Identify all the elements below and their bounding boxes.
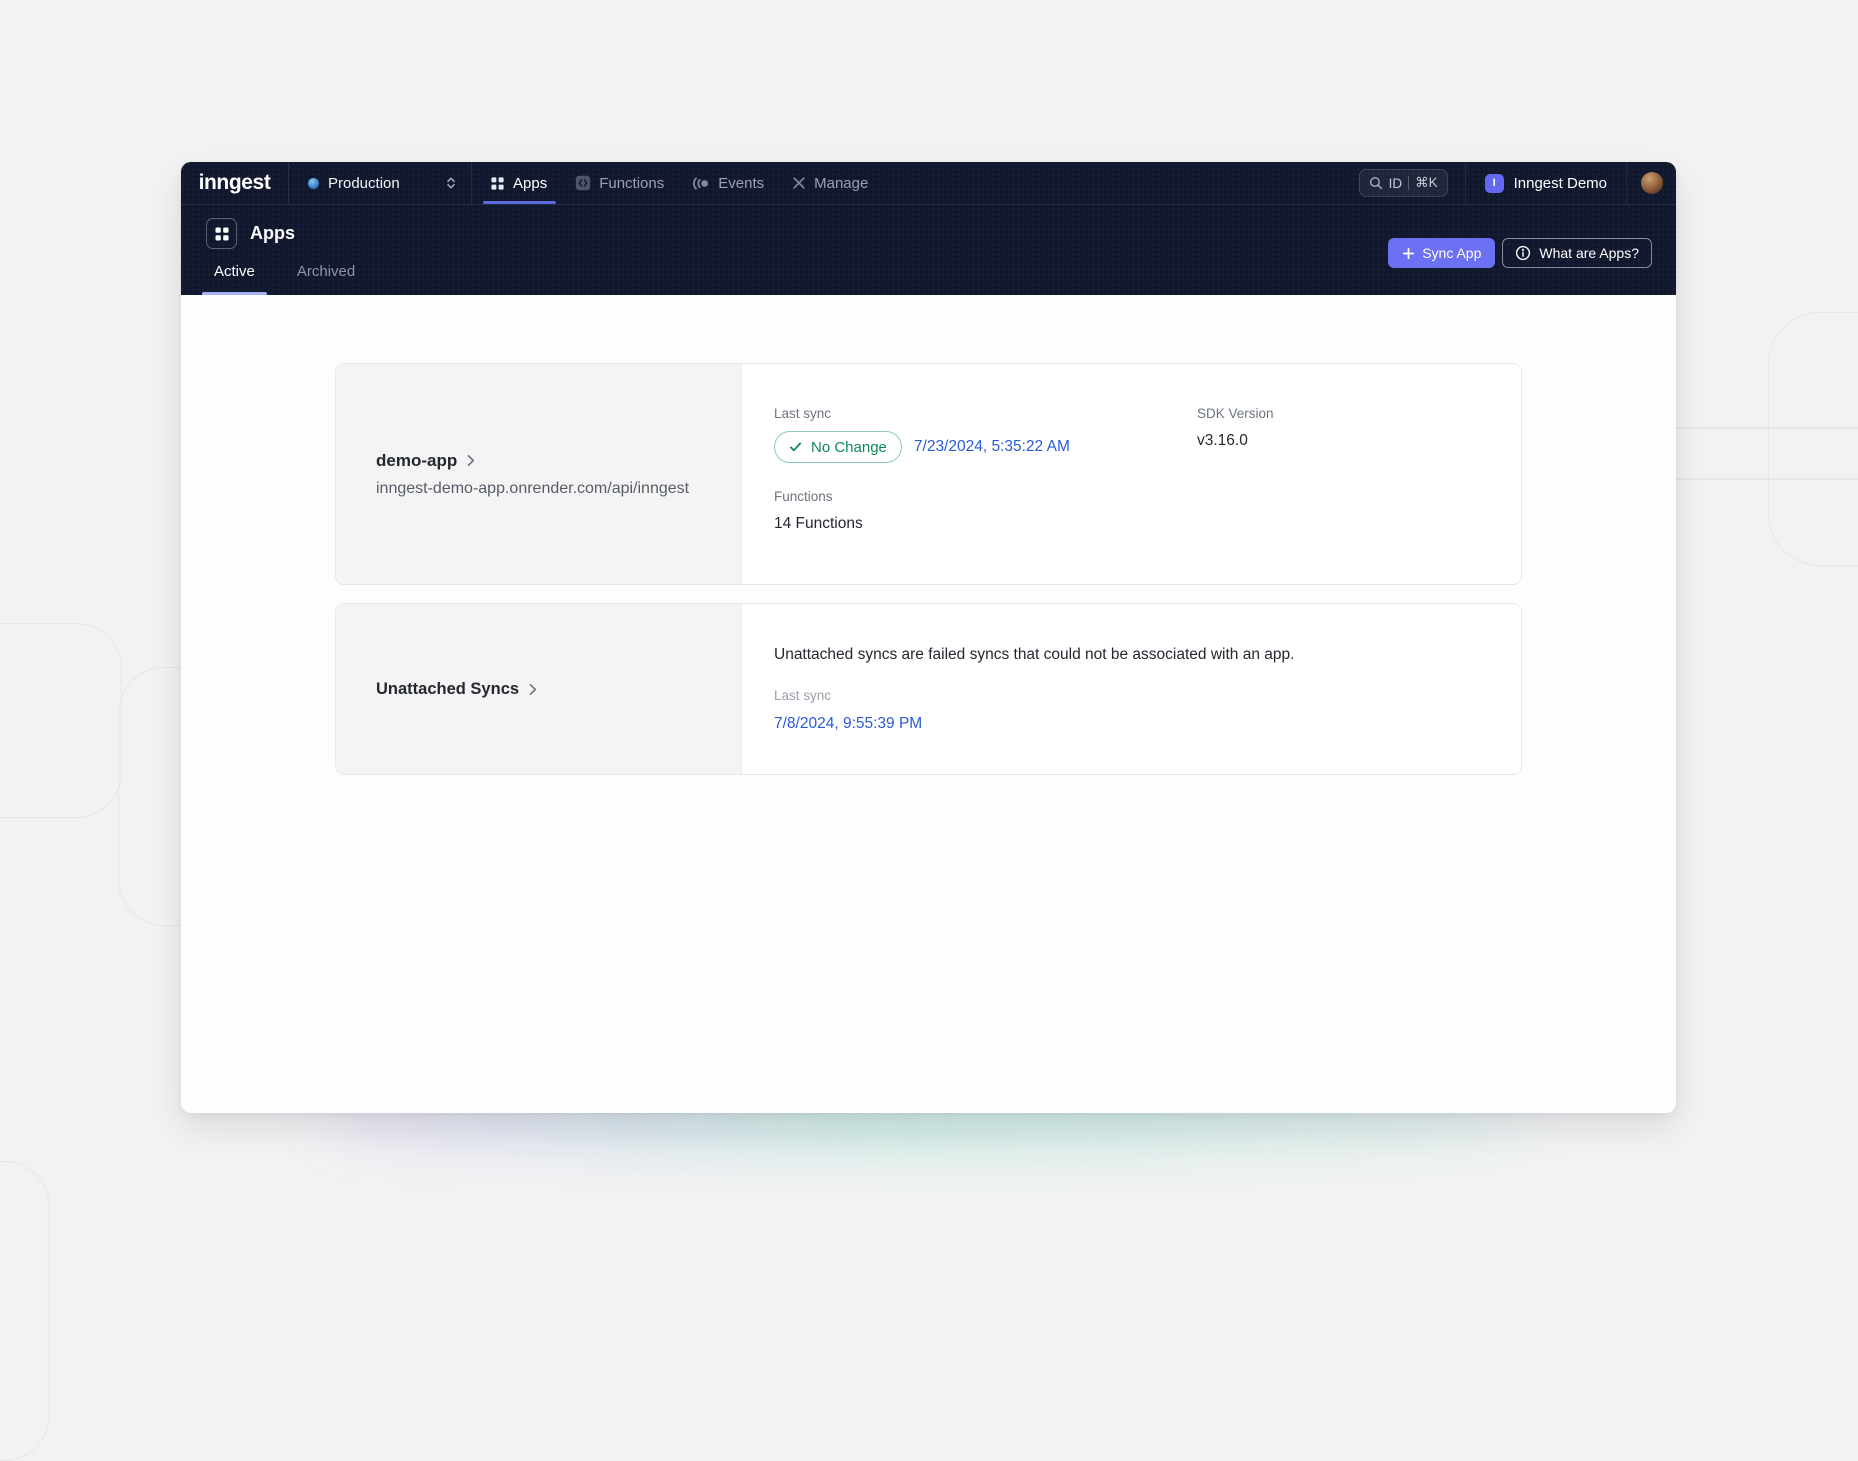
tools-icon — [792, 176, 806, 190]
nav-tab-manage[interactable]: Manage — [792, 162, 868, 204]
chevron-right-icon — [529, 683, 537, 696]
grid-icon — [490, 176, 505, 191]
nav-tab-label: Events — [718, 175, 764, 192]
apps-list: demo-app inngest-demo-app.onrender.com/a… — [181, 295, 1676, 1113]
unattached-card-summary: Unattached Syncs — [336, 604, 742, 774]
sdk-version-label: SDK Version — [1197, 406, 1497, 421]
unattached-description: Unattached syncs are failed syncs that c… — [774, 646, 1497, 664]
apps-filter-tabs: Active Archived — [202, 263, 367, 295]
status-badge: No Change — [774, 431, 902, 463]
user-menu[interactable] — [1627, 162, 1676, 204]
code-icon — [575, 175, 591, 191]
background-decoration-line — [1660, 478, 1858, 480]
sdk-version-field: SDK Version v3.16.0 — [1197, 406, 1497, 463]
avatar — [1641, 172, 1663, 194]
last-sync-link[interactable]: 7/8/2024, 9:55:39 PM — [774, 715, 922, 733]
environment-label: Production — [328, 175, 400, 192]
sdk-version-value: v3.16.0 — [1197, 432, 1497, 450]
functions-field: Functions 14 Functions — [774, 489, 1197, 533]
what-are-apps-label: What are Apps? — [1539, 245, 1639, 261]
inngest-logo-text: inngest — [199, 171, 271, 195]
search-input[interactable]: ID ⌘K — [1359, 169, 1448, 197]
nav-tab-label: Manage — [814, 175, 868, 192]
chevron-right-icon — [467, 454, 475, 467]
status-badge-label: No Change — [811, 439, 887, 456]
plus-icon — [1402, 247, 1415, 260]
last-sync-row: No Change 7/23/2024, 5:35:22 AM — [774, 431, 1197, 463]
top-nav-right: ID ⌘K I Inngest Demo — [1359, 162, 1676, 204]
unattached-syncs-link[interactable]: Unattached Syncs — [376, 680, 711, 699]
app-window: inngest Production — [181, 162, 1676, 1113]
workspace-name: Inngest Demo — [1514, 175, 1607, 192]
functions-count: 14 Functions — [774, 515, 1197, 533]
app-url: inngest-demo-app.onrender.com/api/innges… — [376, 480, 711, 498]
background-decoration-line — [1660, 427, 1858, 429]
unattached-syncs-card: Unattached Syncs Unattached syncs are fa… — [335, 603, 1522, 775]
page-actions: Sync App What are Apps? — [1388, 238, 1652, 268]
environment-status-icon — [308, 178, 319, 189]
nav-tab-events[interactable]: Events — [692, 162, 764, 204]
background-decoration — [0, 1161, 50, 1461]
sync-app-button[interactable]: Sync App — [1388, 238, 1495, 268]
search-shortcut: ⌘K — [1415, 175, 1438, 191]
top-nav: inngest Production — [181, 162, 1676, 205]
app-card-summary: demo-app inngest-demo-app.onrender.com/a… — [336, 364, 742, 584]
last-sync-label: Last sync — [774, 406, 1197, 421]
primary-nav-tabs: Apps Functions — [472, 162, 868, 204]
nav-tab-label: Apps — [513, 175, 547, 192]
last-sync-field: Last sync No Change 7/23/2024, 5:35:22 A… — [774, 406, 1197, 463]
app-name-link[interactable]: demo-app — [376, 451, 711, 471]
nav-tab-functions[interactable]: Functions — [575, 162, 664, 204]
nav-tab-apps[interactable]: Apps — [490, 162, 547, 204]
app-header: inngest Production — [181, 162, 1676, 295]
environment-selector[interactable]: Production — [289, 162, 472, 204]
search-divider — [1408, 176, 1409, 190]
workspace-badge: I — [1485, 174, 1504, 193]
page-title-row: Apps — [206, 218, 295, 249]
unattached-syncs-title: Unattached Syncs — [376, 680, 519, 699]
what-are-apps-button[interactable]: What are Apps? — [1502, 238, 1652, 268]
search-scope-label: ID — [1389, 176, 1403, 191]
background-decoration — [0, 623, 122, 818]
inngest-logo[interactable]: inngest — [181, 162, 289, 204]
tab-archived[interactable]: Archived — [285, 263, 367, 295]
events-signal-icon — [692, 176, 710, 191]
page-header: Apps Active Archived Sync App — [181, 205, 1676, 295]
apps-page-icon — [206, 218, 237, 249]
chevron-up-down-icon — [444, 175, 458, 191]
background-decoration — [1768, 312, 1858, 566]
functions-label: Functions — [774, 489, 1197, 504]
account-menu[interactable]: I Inngest Demo — [1466, 162, 1626, 204]
unattached-card-details: Unattached syncs are failed syncs that c… — [742, 604, 1521, 774]
app-name: demo-app — [376, 451, 457, 471]
check-icon — [789, 441, 802, 453]
search-icon — [1369, 176, 1383, 190]
app-card-demo-app: demo-app inngest-demo-app.onrender.com/a… — [335, 363, 1522, 585]
last-sync-label: Last sync — [774, 688, 1497, 703]
tab-active[interactable]: Active — [202, 263, 267, 295]
page-title: Apps — [250, 223, 295, 244]
nav-tab-label: Functions — [599, 175, 664, 192]
app-card-details: Last sync No Change 7/23/2024, 5:35:22 A… — [742, 364, 1521, 584]
sync-app-label: Sync App — [1422, 245, 1481, 261]
info-icon — [1515, 245, 1531, 261]
last-sync-link[interactable]: 7/23/2024, 5:35:22 AM — [914, 438, 1070, 456]
